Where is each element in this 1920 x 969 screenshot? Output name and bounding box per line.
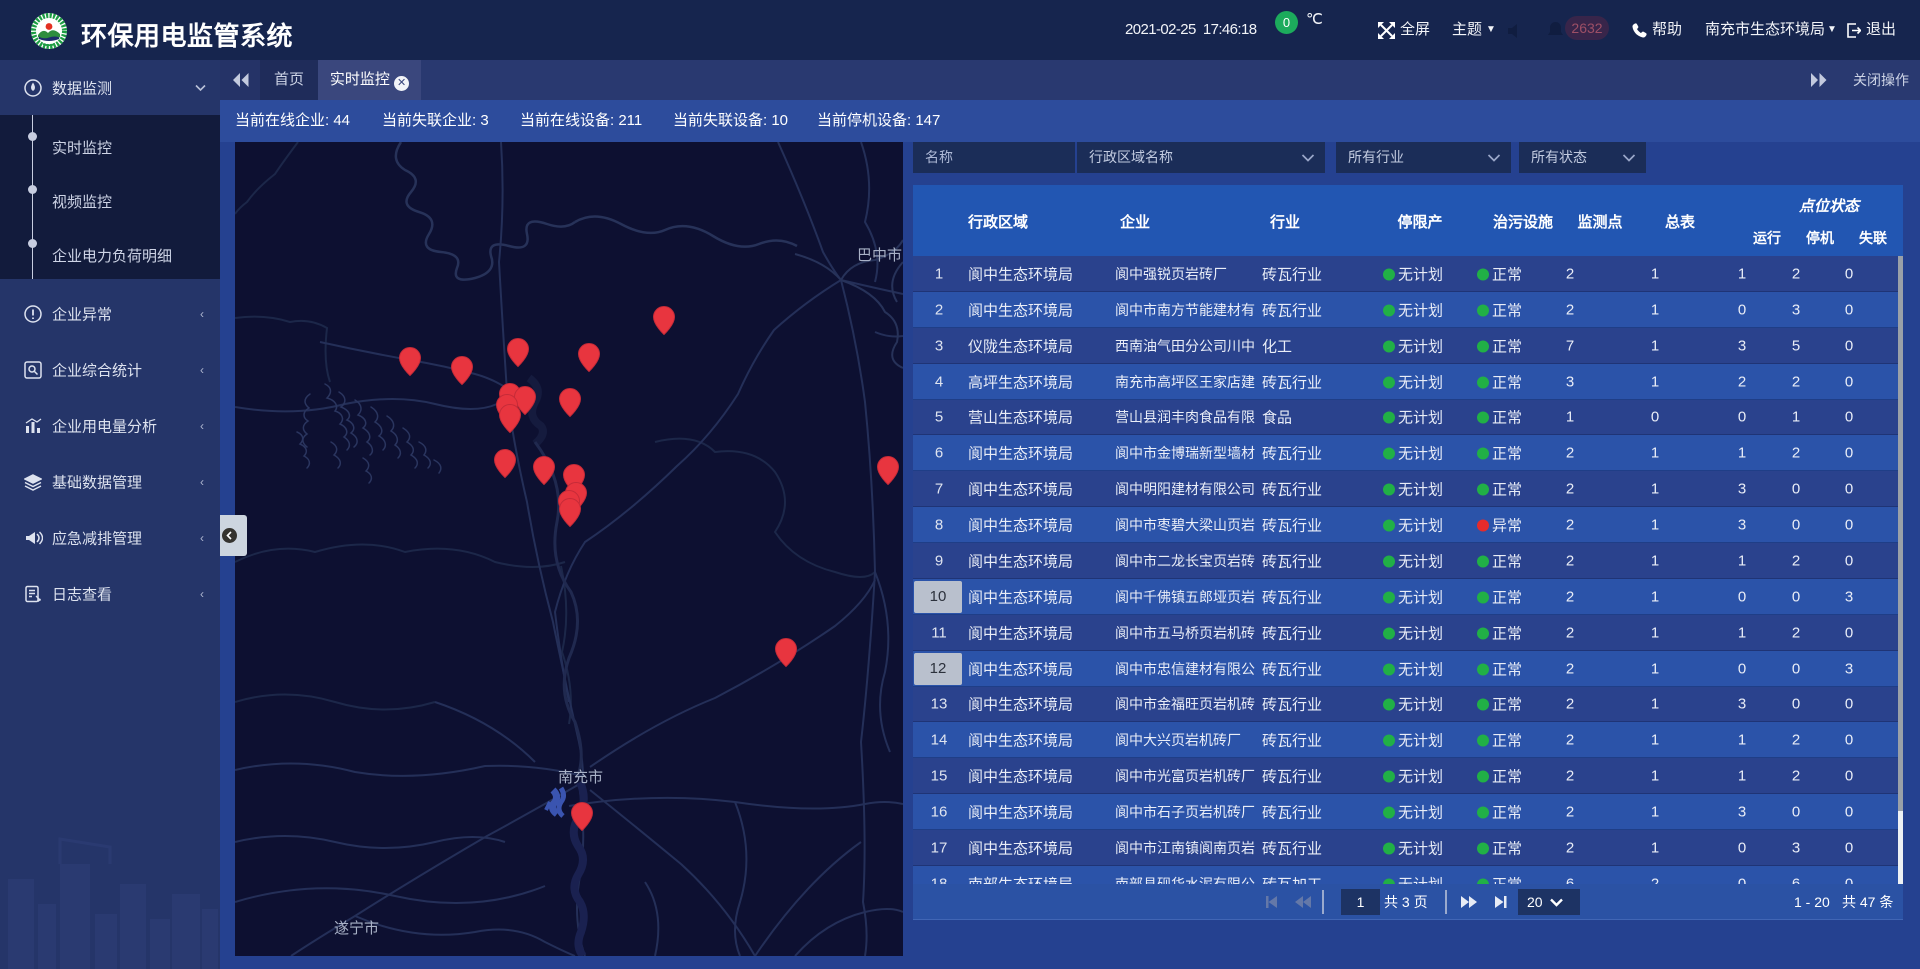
svg-text:南充市: 南充市 — [558, 769, 603, 786]
svg-text:巴中市: 巴中市 — [857, 247, 902, 264]
svg-text:遂宁市: 遂宁市 — [334, 920, 379, 937]
